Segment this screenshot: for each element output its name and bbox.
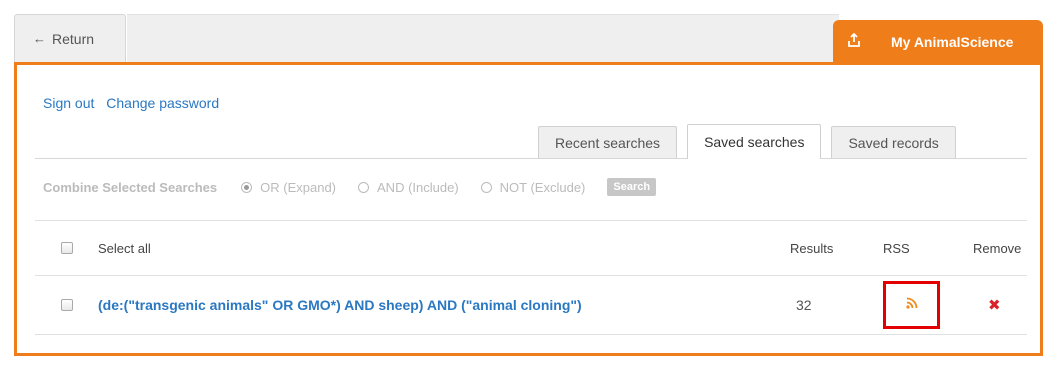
radio-and-label: AND (Include) (377, 179, 459, 195)
radio-button[interactable] (241, 181, 253, 193)
tab-saved-records[interactable]: Saved records (831, 126, 956, 159)
select-all-checkbox[interactable] (61, 242, 73, 254)
table-row: (de:("transgenic animals" OR GMO*) AND s… (35, 275, 1027, 335)
sign-out-link[interactable]: Sign out (43, 95, 94, 111)
return-button[interactable]: ← Return (14, 14, 126, 62)
rss-feed-icon[interactable] (905, 296, 918, 314)
radio-button[interactable] (480, 181, 492, 193)
tab-saved-searches[interactable]: Saved searches (687, 124, 822, 159)
row-checkbox[interactable] (61, 299, 73, 311)
radio-not-label: NOT (Exclude) (499, 179, 586, 195)
close-icon[interactable]: ✖ (988, 296, 1001, 314)
account-links: Sign out Change password (43, 95, 227, 111)
radio-and[interactable]: AND (Include) (358, 180, 459, 195)
radio-not[interactable]: NOT (Exclude) (480, 179, 586, 195)
search-tabs: Recent searches Saved searches Saved rec… (538, 124, 966, 159)
my-account-panel: Sign out Change password Recent searches… (14, 62, 1043, 356)
remove-column-header: Remove (973, 240, 1022, 256)
my-animalscience-tab[interactable]: My AnimalScience (833, 20, 1043, 64)
combine-search-button[interactable]: Search (607, 178, 657, 196)
combine-label: Combine Selected Searches (43, 179, 218, 195)
tab-recent-searches[interactable]: Recent searches (538, 126, 678, 159)
export-icon (833, 32, 875, 51)
select-all-label: Select all (98, 240, 151, 256)
combine-searches-bar: Combine Selected Searches OR (Expand) AN… (43, 178, 657, 196)
arrow-left-icon: ← (33, 31, 46, 46)
results-count: 32 (796, 297, 812, 313)
top-bar (127, 14, 839, 62)
change-password-link[interactable]: Change password (106, 95, 219, 111)
rss-highlight-box (883, 281, 940, 329)
saved-search-query-link[interactable]: (de:("transgenic animals" OR GMO*) AND s… (98, 297, 582, 313)
results-column-header: Results (790, 240, 834, 256)
return-label: Return (52, 30, 95, 47)
my-animalscience-label: My AnimalScience (891, 34, 1014, 50)
rss-column-header: RSS (883, 240, 910, 256)
tabs-divider (35, 158, 1027, 159)
radio-button[interactable] (358, 181, 370, 193)
table-header-row: Select all Results RSS Remove (35, 220, 1027, 275)
radio-or[interactable]: OR (Expand) (241, 180, 336, 195)
radio-or-label: OR (Expand) (260, 179, 337, 195)
saved-searches-table: Select all Results RSS Remove (de:("tran… (35, 220, 1027, 335)
